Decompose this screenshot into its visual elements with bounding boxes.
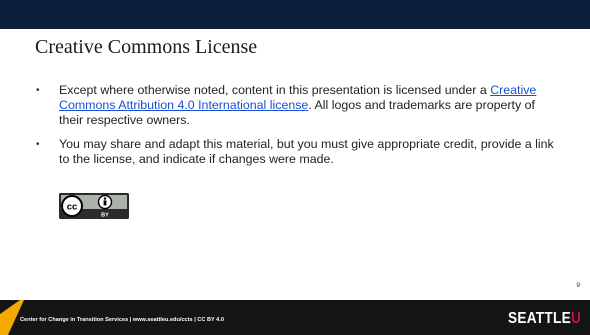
seattle-u-logo[interactable]: SEATTLEU — [508, 310, 581, 328]
top-band — [0, 0, 590, 29]
footer-text: Center for Change in Transition Services… — [20, 317, 224, 323]
bullet-item-share: • You may share and adapt this material,… — [36, 137, 556, 167]
bullet-license-pre: Except where otherwise noted, content in… — [59, 83, 491, 97]
cc-icon: cc — [61, 195, 83, 217]
attribution-icon — [97, 194, 113, 210]
bullet-glyph: • — [36, 85, 40, 96]
slide-title: Creative Commons License — [35, 36, 258, 58]
bullet-item-license: • Except where otherwise noted, content … — [36, 83, 556, 128]
logo-main-text: SEATTLE — [507, 310, 571, 327]
bullet-list: • Except where otherwise noted, content … — [36, 83, 556, 176]
cc-by-badge[interactable]: cc BY — [59, 193, 129, 219]
bullet-glyph: • — [36, 139, 40, 150]
slide-number: 9 — [576, 282, 580, 289]
cc-by-badge-graphic: cc BY — [59, 193, 129, 219]
bullet-share-text: You may share and adapt this material, b… — [59, 137, 554, 166]
logo-accent-text: U — [570, 310, 581, 327]
slide: Creative Commons License • Except where … — [0, 0, 590, 335]
cc-icon-text: cc — [67, 202, 78, 213]
by-label: BY — [101, 213, 109, 219]
